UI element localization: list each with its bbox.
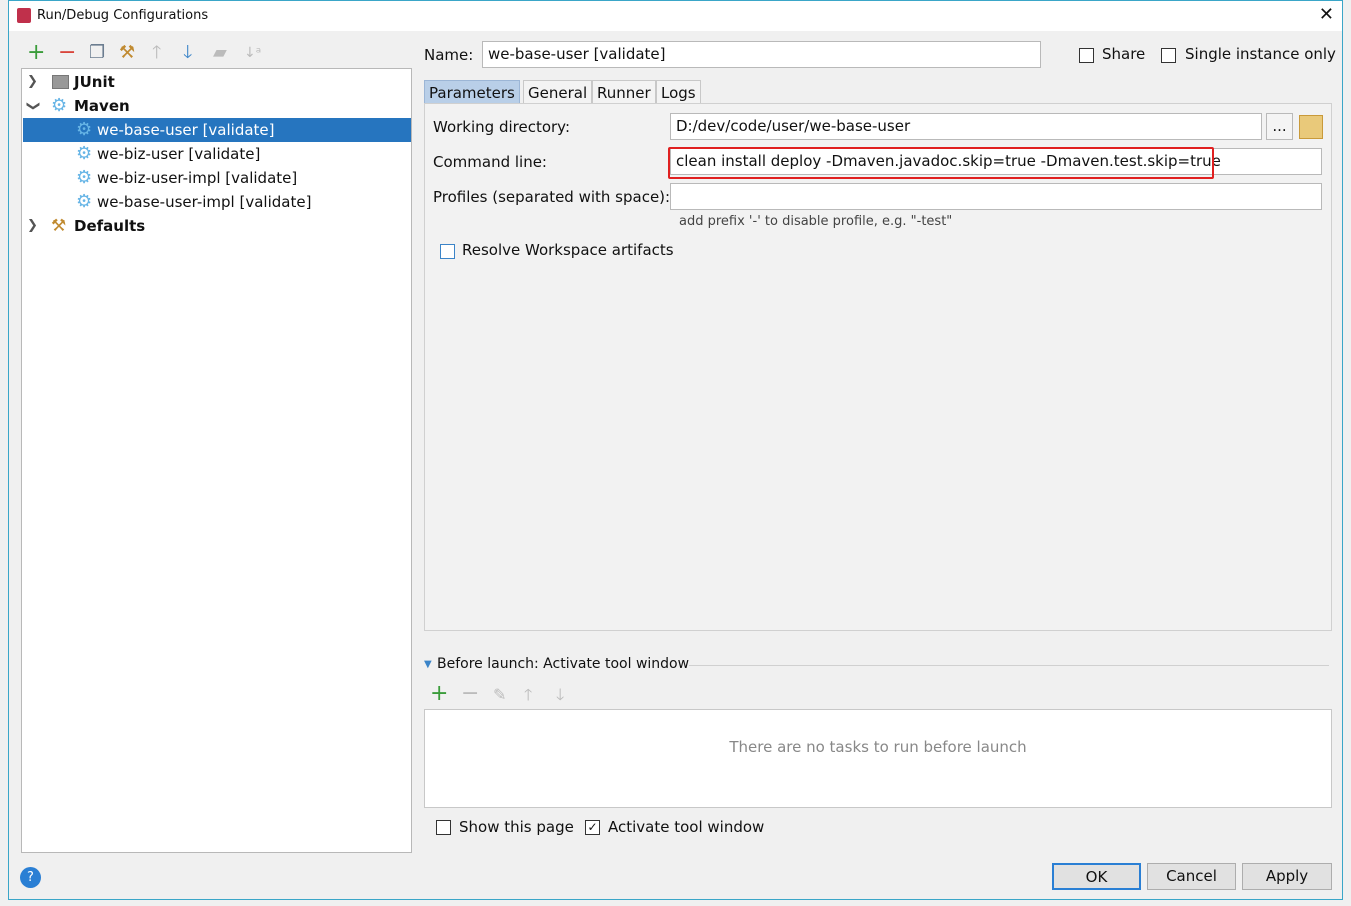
close-button[interactable]: ✕ [1319,4,1334,25]
tree-label: we-base-user-impl [validate] [97,193,312,211]
junit-icon [52,75,69,89]
workdir-input[interactable]: D:/dev/code/user/we-base-user [670,113,1262,140]
workdir-label: Working directory: [433,118,571,136]
tab-logs[interactable]: Logs [656,80,701,104]
intellij-icon [17,8,31,23]
folder-icon[interactable] [1299,115,1323,139]
move-up-icon[interactable]: 🡑 [152,43,161,63]
profiles-input[interactable] [670,183,1322,210]
move-task-up-icon[interactable]: 🡑 [524,684,532,711]
chevron-down-icon[interactable]: ❯ [20,101,44,112]
collapse-triangle-icon[interactable]: ▼ [424,659,432,670]
apply-button[interactable]: Apply [1242,863,1332,890]
tree-label: we-base-user [validate] [97,121,275,139]
defaults-wrench-icon: ⚒ [51,216,67,236]
name-label: Name: [424,46,474,64]
share-label: Share [1102,45,1146,63]
tab-runner[interactable]: Runner [592,80,656,104]
maven-gear-icon: ⚙ [76,167,93,188]
divider [689,665,1329,666]
remove-task-icon[interactable]: − [461,681,479,707]
resolve-workspace-checkbox[interactable] [440,244,455,259]
tree-group-defaults[interactable]: ❯ ⚒ Defaults [23,214,411,238]
add-icon[interactable]: + [27,42,45,64]
highlight-box [668,147,1214,179]
maven-gear-icon: ⚙ [76,143,93,164]
cancel-button[interactable]: Cancel [1147,863,1236,890]
before-launch-title[interactable]: Before launch: Activate tool window [437,656,689,672]
tree-item[interactable]: ⚙ we-biz-user-impl [validate] [23,166,411,190]
tree-label: Maven [74,97,130,115]
config-tree: ❯ JUnit ❯ ⚙ Maven ⚙ we-base-user [valida… [21,68,412,853]
folder-icon[interactable]: ▰ [213,43,227,63]
browse-button[interactable]: ... [1266,113,1293,140]
single-instance-label: Single instance only [1185,45,1336,63]
sort-icon[interactable]: ↓ᵃ [244,43,261,63]
empty-tasks-text: There are no tasks to run before launch [729,738,1027,756]
title-bar: Run/Debug Configurations ✕ [9,1,1342,31]
move-task-down-icon[interactable]: 🡓 [556,684,564,711]
chevron-right-icon[interactable]: ❯ [27,214,38,238]
single-instance-checkbox[interactable] [1161,48,1176,63]
before-launch-list[interactable]: There are no tasks to run before launch [424,709,1332,808]
activate-tool-window-label: Activate tool window [608,818,765,836]
maven-gear-icon: ⚙ [51,95,68,116]
add-task-icon[interactable]: + [430,681,448,707]
window-title: Run/Debug Configurations [37,8,209,23]
tree-label: we-biz-user [validate] [97,145,261,163]
activate-tool-window-checkbox[interactable]: ✓ [585,820,600,835]
ok-button[interactable]: OK [1052,863,1141,890]
tree-group-maven[interactable]: ❯ ⚙ Maven [23,94,411,118]
tree-item[interactable]: ⚙ we-base-user-impl [validate] [23,190,411,214]
maven-gear-icon: ⚙ [76,119,93,140]
tree-label: Defaults [74,217,146,235]
show-page-checkbox[interactable] [436,820,451,835]
tab-general[interactable]: General [523,80,593,104]
move-down-icon[interactable]: 🡓 [183,43,192,63]
profiles-label: Profiles (separated with space): [433,188,671,206]
run-debug-dialog: Run/Debug Configurations ✕ + − ❐ ⚒ 🡑 🡓 ▰… [8,0,1343,900]
edit-task-icon[interactable]: ✎ [493,685,506,704]
tree-item[interactable]: ⚙ we-biz-user [validate] [23,142,411,166]
cmd-label: Command line: [433,153,547,171]
chevron-right-icon[interactable]: ❯ [27,70,38,94]
tree-group-junit[interactable]: ❯ JUnit [23,70,411,94]
resolve-workspace-label: Resolve Workspace artifacts [462,241,674,259]
profiles-hint: add prefix '-' to disable profile, e.g. … [679,214,953,229]
help-icon[interactable]: ? [20,867,41,888]
copy-icon[interactable]: ❐ [89,43,105,63]
tab-parameters[interactable]: Parameters [424,80,520,104]
share-checkbox[interactable] [1079,48,1094,63]
tree-label: JUnit [74,73,115,91]
name-input[interactable]: we-base-user [validate] [482,41,1041,68]
show-page-label: Show this page [459,818,574,836]
tree-item[interactable]: ⚙ we-base-user [validate] [23,118,411,142]
maven-gear-icon: ⚙ [76,191,93,212]
edit-defaults-icon[interactable]: ⚒ [119,43,135,63]
tree-label: we-biz-user-impl [validate] [97,169,298,187]
remove-icon[interactable]: − [58,42,76,64]
